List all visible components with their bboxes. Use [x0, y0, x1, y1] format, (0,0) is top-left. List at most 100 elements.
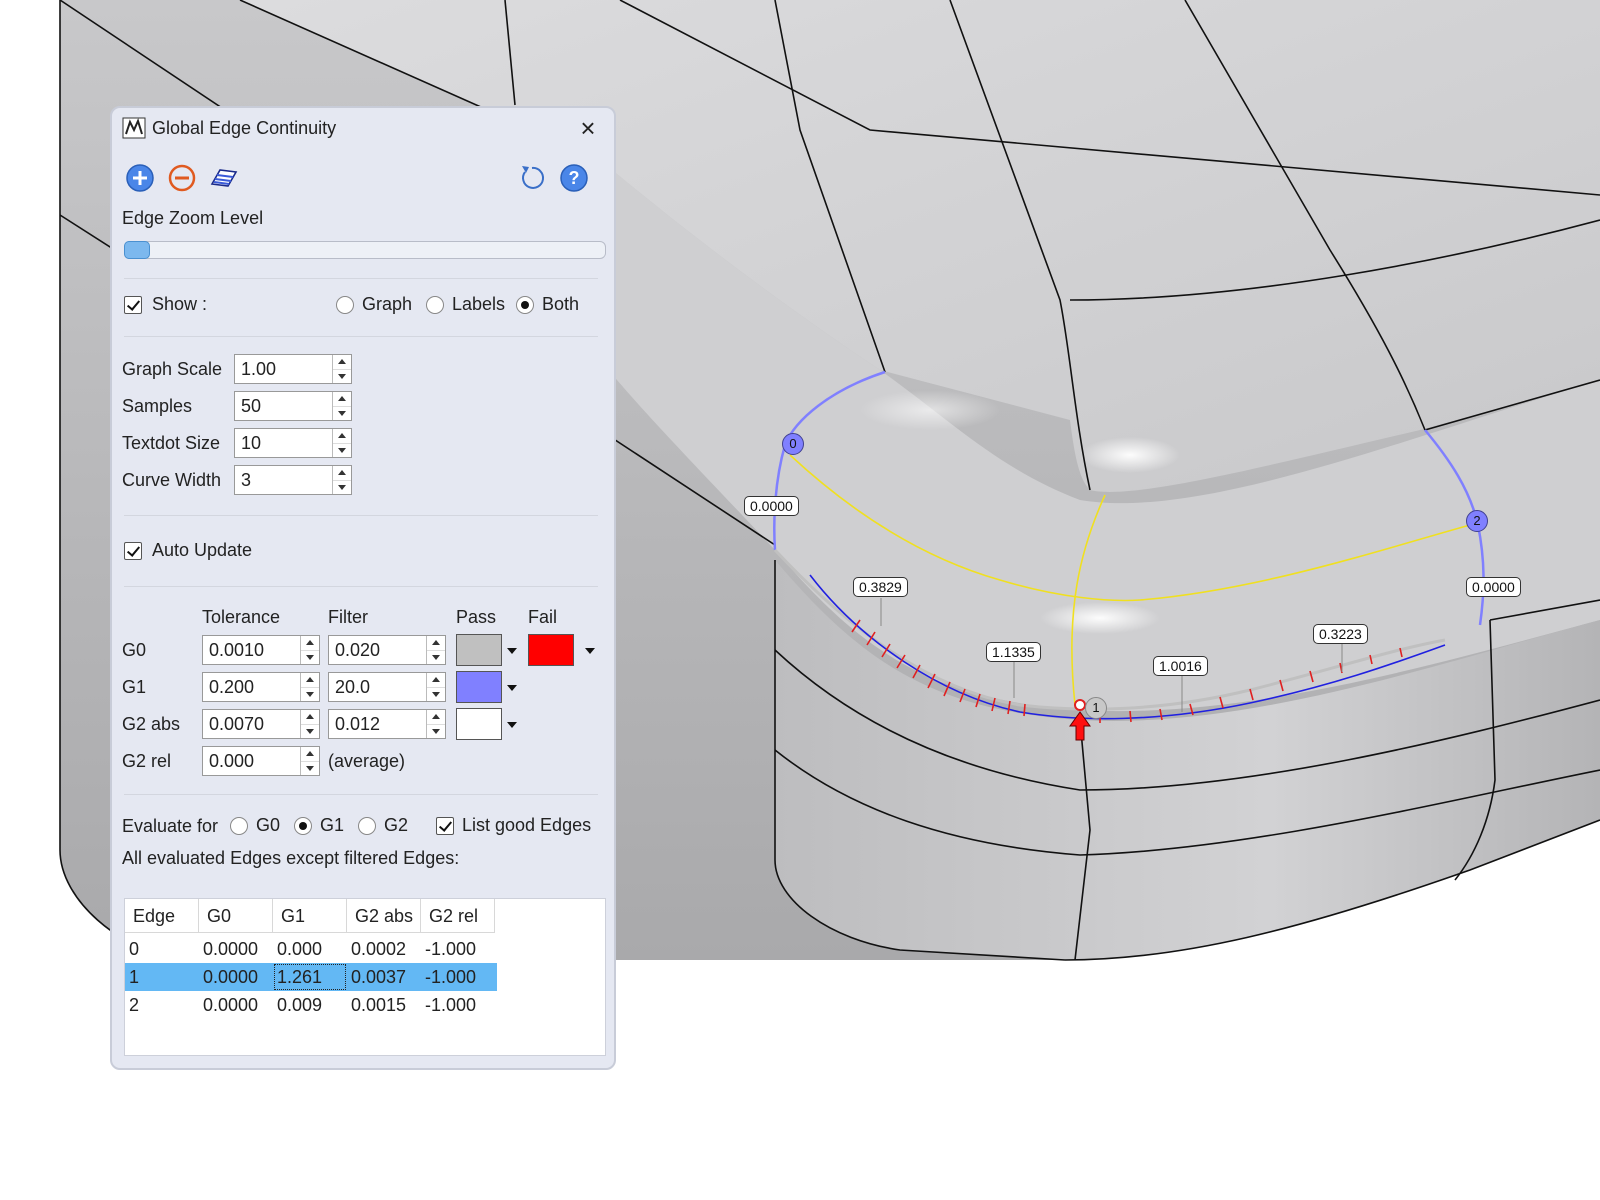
g1-tolerance-input[interactable] [203, 673, 299, 701]
column-header-g2-rel[interactable]: G2 rel [421, 899, 495, 933]
column-header-g1[interactable]: G1 [273, 899, 347, 933]
deviation-label: 0.3829 [853, 577, 908, 597]
deviation-label: 1.1335 [986, 642, 1041, 662]
g1-pass-color-dropdown[interactable] [506, 683, 518, 693]
g2-abs-pass-color[interactable] [456, 708, 502, 740]
svg-text:?: ? [569, 168, 580, 188]
show-both-label: Both [542, 294, 580, 314]
g0-tolerance-input[interactable] [203, 636, 299, 664]
g0-filter-up[interactable] [427, 636, 445, 651]
textdot-size-down[interactable] [333, 443, 351, 457]
g0-filter-down[interactable] [427, 650, 445, 664]
g0-label: G0 [122, 640, 147, 660]
g1-filter-up[interactable] [427, 673, 445, 688]
g0-tolerance-stepper[interactable] [202, 635, 320, 665]
g2-rel-note: (average) [328, 751, 406, 771]
surface-stripes-icon[interactable] [208, 162, 240, 194]
table-cell: 0.0000 [203, 939, 259, 959]
g2-rel-tolerance-down[interactable] [301, 761, 319, 775]
g0-filter-input[interactable] [329, 636, 425, 664]
edge-zoom-slider[interactable] [124, 241, 606, 259]
edge-marker-2: 2 [1466, 510, 1488, 532]
table-row[interactable]: 2 0.0000 0.009 0.0015 -1.000 [125, 991, 497, 1019]
evaluate-g0-radio[interactable] [230, 817, 248, 835]
show-both-radio[interactable] [516, 296, 534, 314]
g0-fail-color-dropdown[interactable] [584, 646, 596, 656]
textdot-size-input[interactable] [235, 429, 331, 457]
table-cell: 0.0000 [203, 995, 259, 1015]
edge-zoom-slider-thumb[interactable] [124, 241, 150, 259]
g2-abs-tolerance-down[interactable] [301, 724, 319, 738]
minus-circle-icon[interactable] [166, 162, 198, 194]
g1-filter-down[interactable] [427, 687, 445, 701]
graph-scale-down[interactable] [333, 369, 351, 383]
g1-tolerance-down[interactable] [301, 687, 319, 701]
textdot-size-up[interactable] [333, 429, 351, 444]
show-labels-radio[interactable] [426, 296, 444, 314]
samples-stepper[interactable] [234, 391, 352, 421]
g2-abs-filter-down[interactable] [427, 724, 445, 738]
g2-rel-tolerance-input[interactable] [203, 747, 299, 775]
samples-down[interactable] [333, 406, 351, 420]
g0-pass-color[interactable] [456, 634, 502, 666]
g0-tolerance-down[interactable] [301, 650, 319, 664]
rotate-ccw-icon[interactable] [516, 162, 548, 194]
auto-update-checkbox[interactable] [124, 542, 142, 560]
g1-filter-stepper[interactable] [328, 672, 446, 702]
g1-label: G1 [122, 677, 147, 697]
g1-filter-input[interactable] [329, 673, 425, 701]
graph-scale-stepper[interactable] [234, 354, 352, 384]
deviation-label: 0.0000 [1466, 577, 1521, 597]
global-edge-continuity-dialog: Global Edge Continuity × ? Edge Zoom Lev… [110, 106, 616, 1070]
evaluate-for-label: Evaluate for [122, 816, 219, 836]
table-cell: -1.000 [425, 939, 477, 959]
g1-tolerance-stepper[interactable] [202, 672, 320, 702]
column-header-edge[interactable]: Edge [125, 899, 199, 933]
auto-update-label: Auto Update [152, 540, 253, 560]
show-graph-radio[interactable] [336, 296, 354, 314]
g2-abs-filter-stepper[interactable] [328, 709, 446, 739]
dialog-title: Global Edge Continuity [152, 118, 337, 138]
g1-pass-color[interactable] [456, 671, 502, 703]
samples-up[interactable] [333, 392, 351, 407]
textdot-size-stepper[interactable] [234, 428, 352, 458]
column-header-g2-abs[interactable]: G2 abs [347, 899, 421, 933]
g2-abs-filter-up[interactable] [427, 710, 445, 725]
curve-width-input[interactable] [235, 466, 331, 494]
g2-abs-tolerance-up[interactable] [301, 710, 319, 725]
help-circle-icon[interactable]: ? [558, 162, 590, 194]
curve-width-down[interactable] [333, 480, 351, 494]
evaluate-g1-radio[interactable] [294, 817, 312, 835]
g2-abs-tolerance-stepper[interactable] [202, 709, 320, 739]
samples-input[interactable] [235, 392, 331, 420]
deviation-label: 0.0000 [744, 496, 799, 516]
graph-scale-up[interactable] [333, 355, 351, 370]
g0-tolerance-up[interactable] [301, 636, 319, 651]
list-good-edges-checkbox[interactable] [436, 817, 454, 835]
graph-scale-input[interactable] [235, 355, 331, 383]
column-header-g0[interactable]: G0 [199, 899, 273, 933]
g2-abs-pass-color-dropdown[interactable] [506, 720, 518, 730]
failure-point-marker [1074, 699, 1086, 711]
curve-width-up[interactable] [333, 466, 351, 481]
g2-abs-tolerance-input[interactable] [203, 710, 299, 738]
g2-rel-tolerance-stepper[interactable] [202, 746, 320, 776]
g0-pass-color-dropdown[interactable] [506, 646, 518, 656]
table-row-selected[interactable]: 1 0.0000 1.261 0.0037 -1.000 [125, 963, 497, 991]
g2-rel-tolerance-up[interactable] [301, 747, 319, 762]
evaluate-g1-label: G1 [320, 815, 345, 835]
table-cell: -1.000 [425, 967, 477, 987]
curve-width-stepper[interactable] [234, 465, 352, 495]
plus-circle-icon[interactable] [124, 162, 156, 194]
app-logo-icon [122, 117, 146, 139]
table-row[interactable]: 0 0.0000 0.000 0.0002 -1.000 [125, 935, 497, 963]
show-checkbox[interactable] [124, 296, 142, 314]
evaluate-g2-radio[interactable] [358, 817, 376, 835]
close-button[interactable]: × [572, 112, 604, 144]
edge-zoom-label: Edge Zoom Level [122, 208, 264, 228]
g0-filter-stepper[interactable] [328, 635, 446, 665]
g1-tolerance-up[interactable] [301, 673, 319, 688]
g0-fail-color[interactable] [528, 634, 574, 666]
g2-abs-filter-input[interactable] [329, 710, 425, 738]
edges-table[interactable]: Edge G0 G1 G2 abs G2 rel 0 0.0000 0.000 … [124, 898, 606, 1056]
